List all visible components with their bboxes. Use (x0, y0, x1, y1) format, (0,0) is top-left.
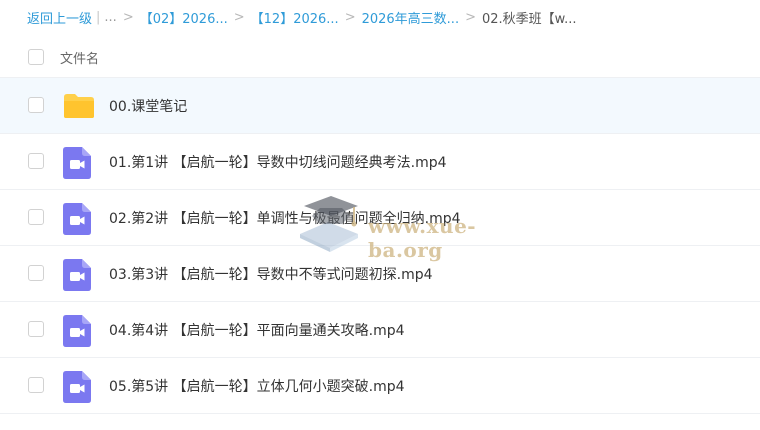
video-icon (63, 259, 91, 291)
back-link[interactable]: 返回上一级 (27, 8, 92, 27)
chevron-right-icon: > (233, 9, 245, 25)
chevron-right-icon: > (122, 9, 134, 25)
table-row[interactable]: 00.课堂笔记 (0, 78, 760, 134)
row-checkbox[interactable] (28, 97, 44, 113)
row-checkbox[interactable] (28, 321, 44, 337)
file-name[interactable]: 00.课堂笔记 (109, 96, 187, 116)
row-checkbox[interactable] (28, 209, 44, 225)
breadcrumb-current: 02.秋季班【w... (481, 11, 577, 27)
row-checkbox[interactable] (28, 153, 44, 169)
breadcrumb-item[interactable]: 【12】2026... (251, 8, 339, 27)
file-name[interactable]: 04.第4讲 【启航一轮】平面向量通关攻略.mp4 (109, 320, 405, 340)
folder-icon (64, 94, 94, 118)
video-icon (63, 203, 91, 235)
row-checkbox[interactable] (28, 265, 44, 281)
row-checkbox[interactable] (28, 377, 44, 393)
breadcrumb-divider: | (96, 9, 101, 25)
breadcrumb-item[interactable]: 2026年高三数... (362, 8, 459, 27)
video-icon (63, 371, 91, 403)
breadcrumb: 返回上一级 | ... > 【02】2026... > 【12】2026... … (0, 0, 760, 34)
table-row[interactable]: 04.第4讲 【启航一轮】平面向量通关攻略.mp4 (0, 302, 760, 358)
watermark: www.xue-ba.org (292, 194, 544, 262)
breadcrumb-item[interactable]: 【02】2026... (140, 8, 228, 27)
table-row[interactable]: 01.第1讲 【启航一轮】导数中切线问题经典考法.mp4 (0, 134, 760, 190)
file-name[interactable]: 03.第3讲 【启航一轮】导数中不等式问题初探.mp4 (109, 264, 433, 284)
breadcrumb-ellipsis[interactable]: ... (104, 10, 116, 25)
file-name[interactable]: 05.第5讲 【启航一轮】立体几何小题突破.mp4 (109, 376, 405, 396)
table-header: 文件名 (0, 38, 760, 78)
column-header-filename[interactable]: 文件名 (60, 48, 99, 67)
file-name[interactable]: 01.第1讲 【启航一轮】导数中切线问题经典考法.mp4 (109, 152, 447, 172)
table-row[interactable]: 05.第5讲 【启航一轮】立体几何小题突破.mp4 (0, 358, 760, 414)
graduation-cap-icon (300, 196, 358, 252)
watermark-text: www.xue-ba.org (368, 214, 477, 262)
chevron-right-icon: > (465, 9, 476, 25)
chevron-right-icon: > (344, 9, 356, 25)
select-all-checkbox[interactable] (28, 49, 44, 65)
video-icon (63, 147, 91, 179)
video-icon (63, 315, 91, 347)
